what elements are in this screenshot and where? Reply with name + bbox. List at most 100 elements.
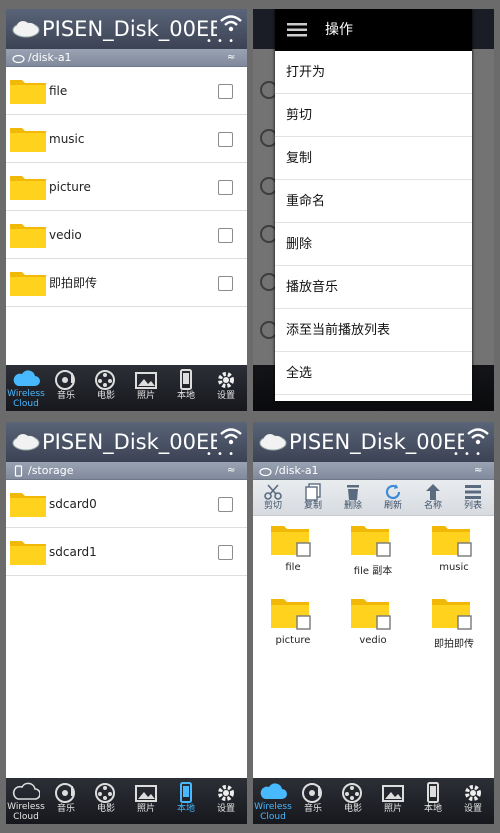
nav-photo[interactable]: 照片	[126, 778, 166, 824]
sort-by-name-button[interactable]: 名称	[413, 480, 453, 516]
nav-settings[interactable]: 设置	[453, 778, 493, 824]
list-item[interactable]: vedio	[6, 211, 247, 259]
menu-item-open-as[interactable]: 打开为	[275, 51, 472, 94]
nav-wireless-cloud[interactable]: Wireless Cloud	[6, 778, 46, 824]
item-name: file	[285, 562, 301, 573]
item-name: 即拍即传	[49, 276, 98, 290]
list-item[interactable]: picture	[6, 163, 247, 211]
menu-item-play-music[interactable]: 播放音乐	[275, 266, 472, 309]
list-item[interactable]: file	[6, 67, 247, 115]
nav-label: 电影	[343, 804, 362, 814]
path-text: /disk-a1	[28, 51, 72, 64]
menu-item-delete[interactable]: 删除	[275, 223, 472, 266]
menu-item-add-to-playlist[interactable]: 添至当前播放列表	[275, 309, 472, 352]
folder-icon	[10, 541, 46, 565]
cloud-icon	[13, 370, 40, 386]
wifi-icon[interactable]	[218, 425, 244, 447]
item-name: music	[49, 132, 85, 146]
more-dots[interactable]: • • •	[206, 450, 235, 460]
cloud-logo-icon	[12, 21, 40, 38]
item-name: 即拍即传	[434, 639, 474, 650]
wifi-icon[interactable]	[465, 425, 491, 447]
menu-item-cut[interactable]: 剪切	[275, 94, 472, 137]
list-item[interactable]: music	[6, 115, 247, 163]
select-checkbox[interactable]	[218, 180, 233, 195]
nav-local[interactable]: 本地	[413, 778, 453, 824]
path-text: /storage	[28, 464, 74, 477]
nav-photo[interactable]: 照片	[126, 365, 166, 411]
nav-local[interactable]: 本地	[166, 365, 206, 411]
nav-wireless-cloud[interactable]: Wireless Cloud	[253, 778, 293, 824]
select-checkbox[interactable]	[218, 228, 233, 243]
list-item[interactable]: sdcard0	[6, 480, 247, 528]
nav-movie[interactable]: 电影	[86, 365, 126, 411]
select-checkbox[interactable]	[218, 276, 233, 291]
grid-item[interactable]: music	[414, 522, 494, 588]
list-item[interactable]: 即拍即传	[6, 259, 247, 307]
nav-label: 设置	[216, 391, 235, 401]
gear-icon	[465, 785, 481, 801]
select-checkbox[interactable]	[218, 84, 233, 99]
copy-button[interactable]: 复制	[293, 480, 333, 516]
nav-label: 音乐	[56, 804, 75, 814]
phone-icon	[180, 369, 192, 390]
nav-settings[interactable]: 设置	[206, 365, 246, 411]
tool-label: 复制	[303, 501, 322, 511]
nav-label: 本地	[176, 804, 195, 814]
file-list: file music picture vedio 即拍即传	[6, 67, 247, 307]
panel-storage-list: PISEN_Disk_00EBD • • • /storage ≈ sdcard…	[6, 422, 247, 824]
wifi-icon[interactable]	[218, 12, 244, 34]
collapse-toggle[interactable]: ≈	[227, 462, 239, 480]
item-name: music	[439, 562, 469, 573]
item-name: picture	[49, 180, 91, 194]
nav-music[interactable]: 音乐	[46, 365, 86, 411]
nav-label: 本地	[176, 391, 195, 401]
list-view-button[interactable]: 列表	[453, 480, 493, 516]
film-reel-icon	[95, 783, 115, 803]
cut-button[interactable]: 剪切	[253, 480, 293, 516]
nav-label: 电影	[96, 391, 115, 401]
nav-settings[interactable]: 设置	[206, 778, 246, 824]
more-dots[interactable]: • • •	[206, 37, 235, 47]
phone-icon	[427, 782, 439, 803]
list-item[interactable]: sdcard1	[6, 528, 247, 576]
nav-music[interactable]: 音乐	[46, 778, 86, 824]
grid-item[interactable]: 即拍即传	[414, 595, 494, 661]
select-checkbox[interactable]	[218, 132, 233, 147]
nav-movie[interactable]: 电影	[333, 778, 373, 824]
nav-label: Cloud	[13, 399, 39, 409]
grid-item[interactable]: file 副本	[333, 522, 413, 588]
copy-icon	[305, 483, 321, 501]
nav-movie[interactable]: 电影	[86, 778, 126, 824]
more-dots[interactable]: • • •	[453, 450, 482, 460]
menu-item-rename[interactable]: 重命名	[275, 180, 472, 223]
grid-item[interactable]: picture	[253, 595, 333, 661]
tool-label: 列表	[463, 501, 482, 511]
grid-item[interactable]: file	[253, 522, 333, 588]
gear-icon	[218, 785, 234, 801]
title-bar: PISEN_Disk_00EBD • • •	[253, 422, 494, 462]
delete-button[interactable]: 删除	[333, 480, 373, 516]
film-reel-icon	[95, 370, 115, 390]
cloud-icon	[12, 782, 40, 800]
context-menu: 操作 打开为 剪切 复制 重命名 删除 播放音乐 添至当前播放列表 全选	[275, 9, 472, 401]
folder-icon	[271, 526, 311, 557]
select-checkbox[interactable]	[218, 497, 233, 512]
title-bar: PISEN_Disk_00EBD • • •	[6, 9, 247, 49]
bottom-nav: Wireless Cloud 音乐 电影 照片 本地 设置	[6, 778, 247, 824]
refresh-button[interactable]: 刷新	[373, 480, 413, 516]
collapse-toggle[interactable]: ≈	[227, 49, 239, 67]
select-checkbox[interactable]	[218, 545, 233, 560]
nav-photo[interactable]: 照片	[373, 778, 413, 824]
item-name: sdcard0	[49, 497, 97, 511]
nav-local[interactable]: 本地	[166, 778, 206, 824]
nav-label: 照片	[136, 391, 155, 401]
menu-item-copy[interactable]: 复制	[275, 137, 472, 180]
folder-icon	[432, 526, 472, 557]
menu-item-select-all[interactable]: 全选	[275, 352, 472, 395]
nav-music[interactable]: 音乐	[293, 778, 333, 824]
grid-item[interactable]: vedio	[333, 595, 413, 661]
collapse-toggle[interactable]: ≈	[474, 462, 486, 480]
nav-wireless-cloud[interactable]: Wireless Cloud	[6, 365, 46, 411]
item-name: file 副本	[353, 566, 393, 577]
